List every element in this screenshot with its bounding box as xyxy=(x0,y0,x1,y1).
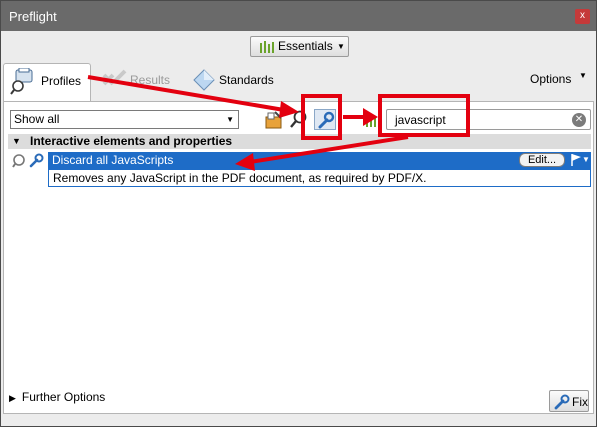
group-label: Interactive elements and properties xyxy=(30,134,233,148)
close-button[interactable]: x xyxy=(575,9,590,24)
profiles-toolbar-icon[interactable] xyxy=(263,109,285,130)
fixup-description: Removes any JavaScript in the PDF docume… xyxy=(48,169,591,187)
fixup-label: Discard all JavaScripts xyxy=(52,153,174,167)
further-options[interactable]: ▶ Further Options xyxy=(9,390,105,404)
fix-button-label: Fix xyxy=(572,395,588,409)
profiles-panel: Show all ▼ javascript ✕ ▼ Interactive el… xyxy=(3,101,594,414)
window-title: Preflight xyxy=(9,9,57,24)
workspace-dropdown[interactable]: Essentials ▼ xyxy=(250,36,349,57)
filter-select-value: Show all xyxy=(14,112,60,126)
flag-icon[interactable] xyxy=(570,153,582,167)
filter-select[interactable]: Show all ▼ xyxy=(10,110,239,129)
group-header[interactable]: ▼ Interactive elements and properties xyxy=(8,134,591,149)
standards-icon xyxy=(193,69,215,91)
expand-triangle-icon: ▶ xyxy=(9,393,16,403)
further-options-label: Further Options xyxy=(21,390,106,404)
checks-search-icon[interactable] xyxy=(288,109,310,130)
search-input-value: javascript xyxy=(395,113,446,127)
workspace-label: Essentials xyxy=(278,39,333,53)
chevron-down-icon: ▼ xyxy=(226,115,234,124)
chevron-down-icon: ▼ xyxy=(579,71,587,80)
tab-profiles[interactable]: Profiles xyxy=(3,63,91,101)
bar-chart-icon[interactable] xyxy=(362,109,384,130)
search-input[interactable]: javascript ✕ xyxy=(386,109,591,130)
tab-results-label: Results xyxy=(130,73,171,87)
profiles-icon xyxy=(10,68,33,95)
bar-chart-icon xyxy=(260,41,274,53)
results-icon xyxy=(102,69,127,86)
fix-button[interactable]: Fix xyxy=(549,390,589,412)
chevron-down-icon: ▼ xyxy=(337,42,345,51)
title-bar[interactable]: Preflight x xyxy=(1,1,596,31)
edit-button[interactable]: Edit... xyxy=(519,153,565,167)
tab-standards-label: Standards xyxy=(219,73,274,87)
chevron-down-icon[interactable]: ▼ xyxy=(582,152,590,168)
preflight-window: Preflight x Essentials ▼ Profiles Result… xyxy=(0,0,597,427)
fixup-status-icon xyxy=(12,153,44,168)
expand-triangle-icon[interactable]: ▼ xyxy=(12,134,21,149)
tab-bar: Profiles Results Standards Options ▼ xyxy=(1,63,596,101)
tab-standards[interactable]: Standards xyxy=(191,63,281,101)
options-menu[interactable]: Options xyxy=(530,72,571,86)
wrench-icon xyxy=(554,394,570,410)
fixup-row[interactable]: Discard all JavaScripts Edit... ▼ xyxy=(48,152,591,169)
tab-profiles-label: Profiles xyxy=(41,74,82,88)
tab-results[interactable]: Results xyxy=(99,63,177,101)
clear-search-icon[interactable]: ✕ xyxy=(572,113,586,127)
fixup-row-icons xyxy=(12,152,46,171)
fixups-wrench-icon[interactable] xyxy=(314,109,336,130)
